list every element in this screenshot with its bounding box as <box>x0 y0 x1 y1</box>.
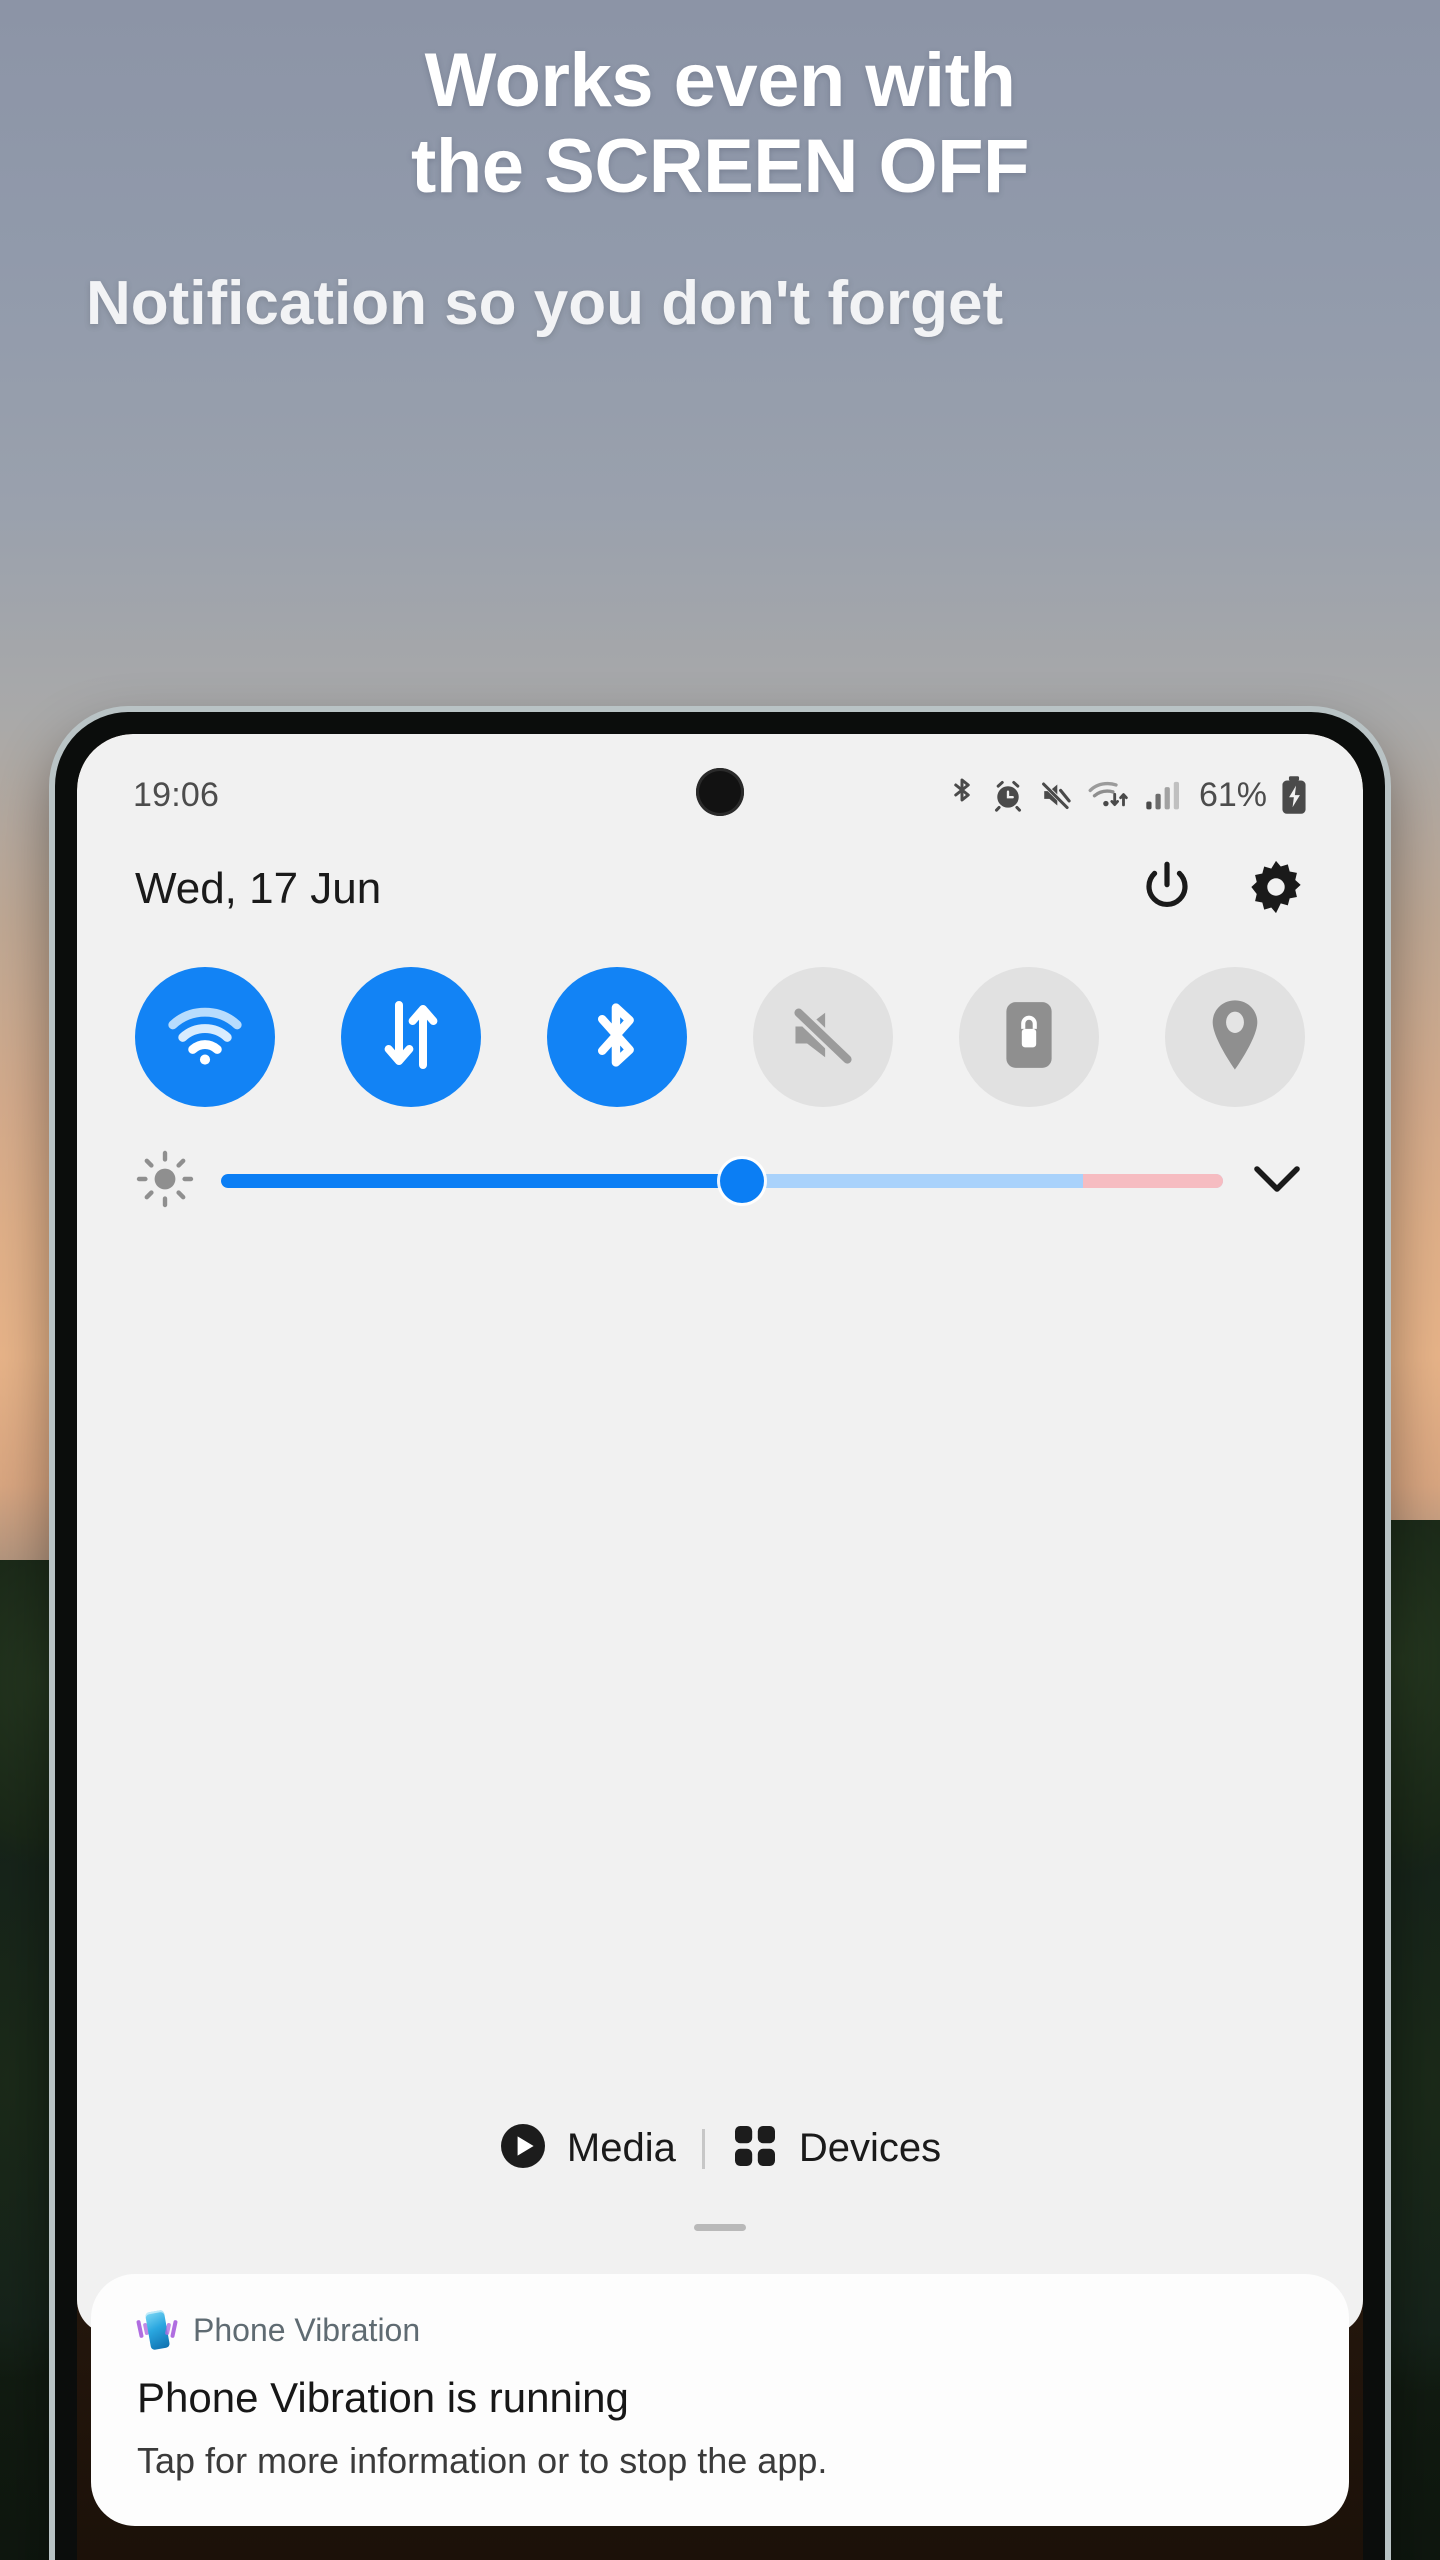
vibrating-phone-icon <box>136 2308 178 2352</box>
brightness-slider[interactable] <box>221 1159 1223 1203</box>
media-button[interactable]: Media <box>473 2122 702 2175</box>
location-pin-icon <box>1206 997 1264 1078</box>
wifi-data-icon <box>1087 777 1131 813</box>
toggle-auto-rotate[interactable] <box>959 967 1099 1107</box>
toggle-sound-mute[interactable] <box>753 967 893 1107</box>
wifi-icon <box>166 1003 244 1072</box>
promo-headline: Works even with the SCREEN OFF <box>411 38 1029 209</box>
quick-panel-header: Wed, 17 Jun <box>77 844 1363 934</box>
quick-panel-date: Wed, 17 Jun <box>135 864 382 913</box>
notification-app-name: Phone Vibration <box>193 2311 421 2348</box>
status-icon-group: 61% <box>947 776 1307 815</box>
battery-percentage: 61% <box>1198 775 1267 814</box>
status-clock: 19:06 <box>133 775 220 814</box>
promo-subheadline: Notification so you don't forget <box>86 269 1004 338</box>
notification-body: Tap for more information or to stop the … <box>137 2440 828 2481</box>
promo-text-block: Works even with the SCREEN OFF Notificat… <box>0 0 1440 340</box>
mute-icon <box>1039 778 1073 812</box>
vibration-wave-right <box>170 2319 178 2339</box>
vibration-wave-left <box>136 2319 144 2339</box>
front-camera-punch-hole <box>696 768 744 816</box>
media-label: Media <box>566 2126 676 2170</box>
bluetooth-icon <box>947 776 977 814</box>
play-circle-icon <box>499 2122 547 2175</box>
shade-drag-handle[interactable] <box>694 2224 746 2231</box>
notification-header: Phone Vibration <box>136 2308 1303 2352</box>
quick-settings-toggles <box>77 962 1363 1112</box>
notification-title: Phone Vibration is running <box>137 2374 629 2421</box>
notification-card[interactable]: Phone Vibration Phone Vibration is runni… <box>91 2274 1349 2526</box>
toggle-wifi[interactable] <box>135 967 275 1107</box>
data-arrows-icon <box>378 999 444 1076</box>
alarm-clock-icon <box>991 777 1025 813</box>
bluetooth-icon <box>588 997 646 1078</box>
mute-icon <box>787 1001 859 1074</box>
brightness-icon <box>135 1149 195 1214</box>
brightness-warm-zone <box>1082 1174 1223 1188</box>
devices-label: Devices <box>798 2126 942 2170</box>
quick-panel-actions <box>1139 858 1305 921</box>
battery-charging-icon <box>1281 776 1307 814</box>
phone-mockup: 19:06 61% Wed, 17 Jun Media Devices Phon… <box>55 712 1385 2560</box>
devices-button[interactable]: Devices <box>705 2122 967 2175</box>
toggle-location[interactable] <box>1165 967 1305 1107</box>
brightness-fill <box>221 1174 743 1188</box>
toggle-bluetooth[interactable] <box>547 967 687 1107</box>
toggle-mobile-data[interactable] <box>341 967 481 1107</box>
phone-screen: 19:06 61% Wed, 17 Jun Media Devices Phon… <box>77 734 1363 2560</box>
media-devices-row: Media Devices <box>77 2122 1363 2175</box>
rotation-lock-icon <box>1002 998 1056 1077</box>
brightness-row <box>77 1136 1363 1226</box>
devices-grid-icon <box>731 2122 779 2175</box>
chevron-down-icon[interactable] <box>1249 1159 1305 1204</box>
gear-icon[interactable] <box>1247 858 1305 921</box>
signal-bars-icon <box>1145 777 1179 813</box>
power-icon[interactable] <box>1139 859 1195 920</box>
brightness-thumb[interactable] <box>720 1159 765 1203</box>
